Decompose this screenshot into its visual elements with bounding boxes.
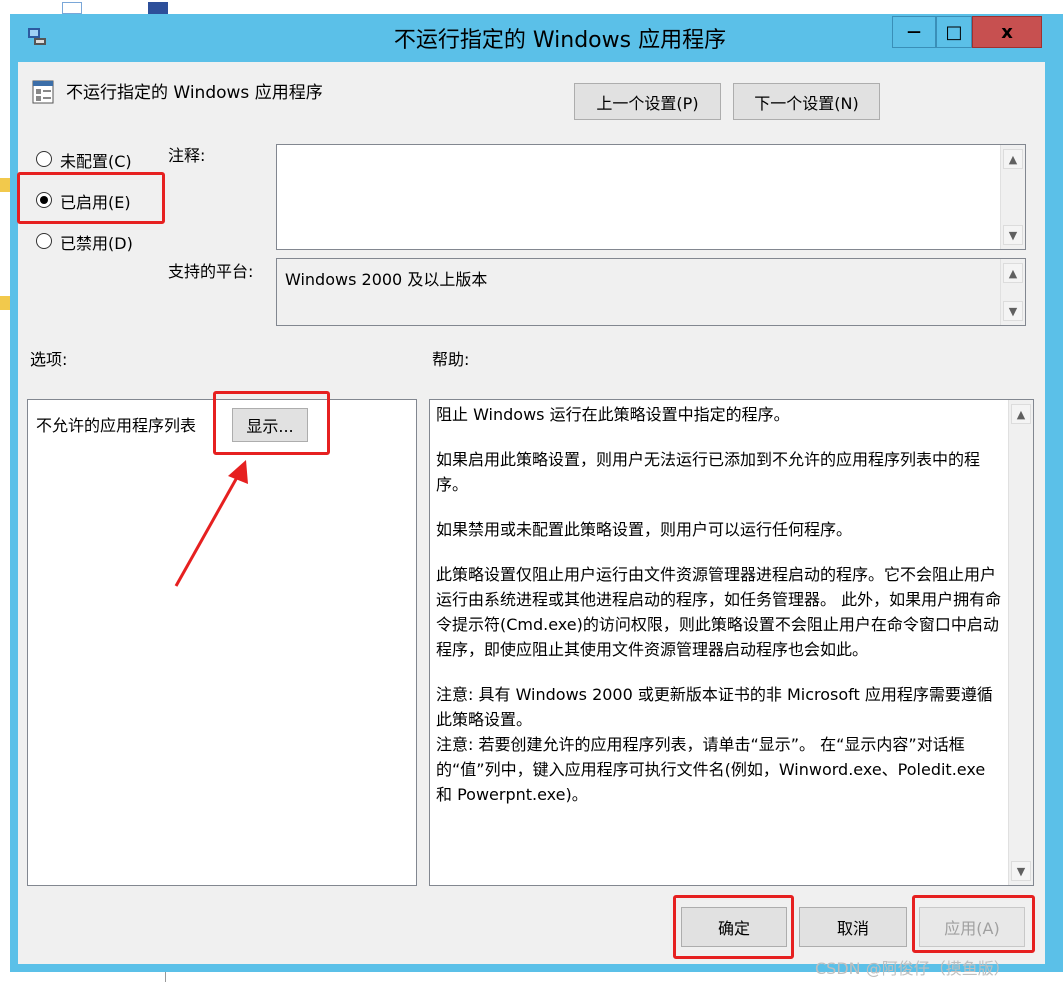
annotation-box-show bbox=[213, 391, 330, 455]
toolbar-icon bbox=[148, 2, 168, 14]
platform-field: Windows 2000 及以上版本 ▲ ▼ bbox=[276, 258, 1026, 326]
platform-value: Windows 2000 及以上版本 bbox=[285, 270, 488, 289]
help-panel: 阻止 Windows 运行在此策略设置中指定的程序。 如果启用此策略设置，则用户… bbox=[429, 399, 1034, 886]
help-scrollbar[interactable]: ▲ ▼ bbox=[1008, 400, 1033, 885]
background-left-fragments bbox=[0, 60, 10, 520]
help-paragraph: 如果禁用或未配置此策略设置，则用户可以运行任何程序。 bbox=[436, 520, 853, 539]
comment-label: 注释: bbox=[168, 146, 206, 165]
maximize-icon: □ bbox=[945, 21, 963, 43]
help-paragraph: 阻止 Windows 运行在此策略设置中指定的程序。 bbox=[436, 405, 790, 424]
comment-textarea[interactable]: ▲ ▼ bbox=[276, 144, 1026, 250]
close-icon: x bbox=[1001, 21, 1013, 43]
cancel-button[interactable]: 取消 bbox=[799, 907, 907, 947]
help-paragraph: 如果启用此策略设置，则用户无法运行已添加到不允许的应用程序列表中的程序。 bbox=[436, 450, 981, 494]
platform-label: 支持的平台: bbox=[168, 262, 254, 281]
next-setting-button[interactable]: 下一个设置(N) bbox=[733, 83, 880, 120]
minimize-icon: — bbox=[907, 24, 921, 40]
scroll-down-icon[interactable]: ▼ bbox=[1003, 225, 1023, 245]
help-label: 帮助: bbox=[432, 350, 470, 369]
close-button[interactable]: x bbox=[972, 16, 1042, 48]
policy-name: 不运行指定的 Windows 应用程序 bbox=[66, 83, 323, 103]
help-text: 阻止 Windows 运行在此策略设置中指定的程序。 如果启用此策略设置，则用户… bbox=[436, 402, 1004, 827]
scroll-up-icon[interactable]: ▲ bbox=[1003, 263, 1023, 283]
radio-disabled[interactable] bbox=[36, 233, 52, 249]
help-paragraph: 注意: 具有 Windows 2000 或更新版本证书的非 Microsoft … bbox=[436, 685, 993, 729]
minimize-button[interactable]: — bbox=[892, 16, 936, 48]
options-label: 选项: bbox=[30, 350, 68, 369]
annotation-box-enabled bbox=[17, 172, 165, 224]
policy-icon bbox=[32, 80, 54, 104]
background-bottom-fragment bbox=[165, 972, 365, 982]
scroll-down-icon[interactable]: ▼ bbox=[1011, 861, 1031, 881]
help-paragraph: 此策略设置仅阻止用户运行由文件资源管理器进程启动的程序。它不会阻止用户运行由系统… bbox=[436, 565, 1002, 659]
scroll-down-icon[interactable]: ▼ bbox=[1003, 301, 1023, 321]
toolbar-icon bbox=[62, 2, 82, 14]
disallowed-list-label: 不允许的应用程序列表 bbox=[36, 416, 197, 435]
annotation-box-apply bbox=[912, 895, 1035, 953]
prev-setting-button[interactable]: 上一个设置(P) bbox=[574, 83, 721, 120]
annotation-box-ok bbox=[673, 895, 794, 959]
watermark: CSDN @阿俊仔（摸鱼版） bbox=[815, 959, 1010, 978]
scroll-up-icon[interactable]: ▲ bbox=[1003, 149, 1023, 169]
background-app-toolbar bbox=[0, 0, 1063, 14]
scroll-up-icon[interactable]: ▲ bbox=[1011, 404, 1031, 424]
maximize-button[interactable]: □ bbox=[936, 16, 972, 48]
comment-scrollbar[interactable]: ▲ ▼ bbox=[1000, 145, 1025, 249]
arrow-annotation bbox=[174, 460, 248, 587]
radio-label-not-configured: 未配置(C) bbox=[60, 152, 132, 171]
folder-icon bbox=[0, 296, 10, 310]
platform-scrollbar[interactable]: ▲ ▼ bbox=[1000, 259, 1025, 325]
folder-icon bbox=[0, 178, 10, 192]
radio-not-configured[interactable] bbox=[36, 151, 52, 167]
radio-label-disabled: 已禁用(D) bbox=[60, 234, 133, 253]
help-paragraph: 注意: 若要创建允许的应用程序列表，请单击“显示”。 在“显示内容”对话框的“值… bbox=[436, 735, 986, 804]
